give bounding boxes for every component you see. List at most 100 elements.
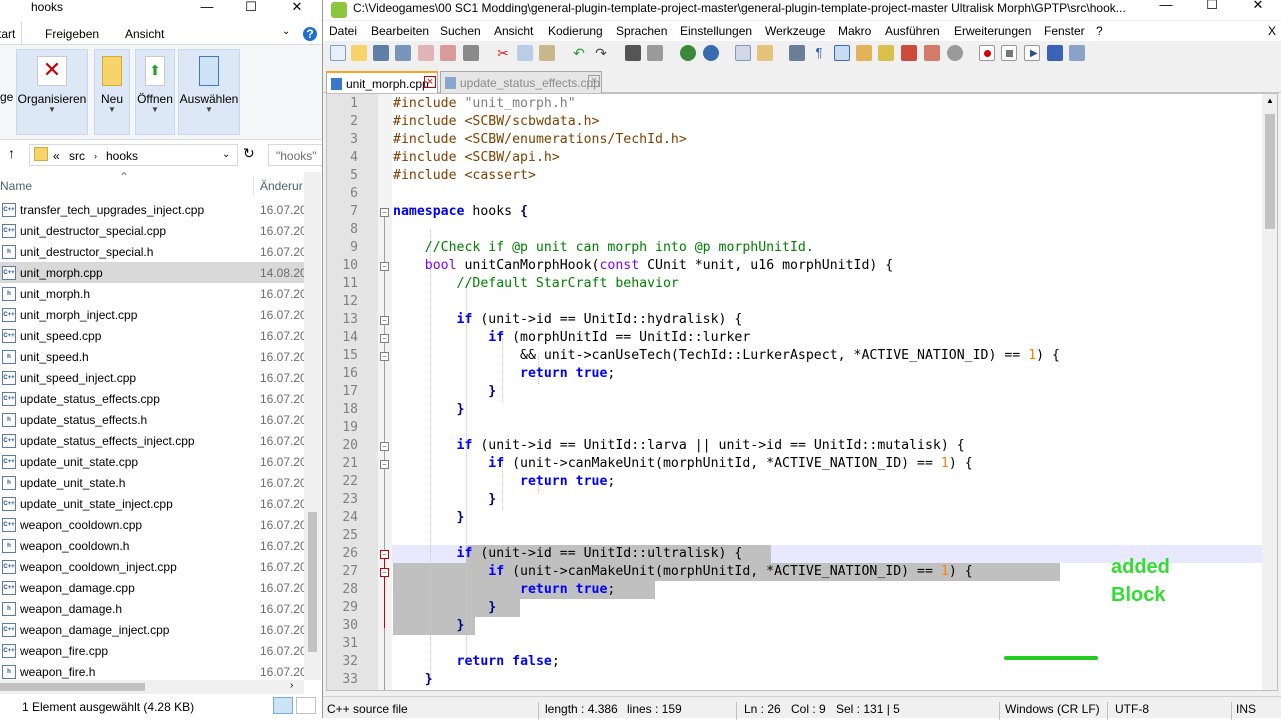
fold-toggle-icon[interactable]: − — [380, 262, 389, 271]
file-row[interactable]: h unit_destructor_special.h 16.07.20 — [0, 241, 307, 262]
file-row[interactable]: C++ unit_speed.cpp 16.07.20 — [0, 325, 307, 346]
breadcrumb-src[interactable]: src — [69, 149, 85, 163]
tiles-view-icon[interactable] — [296, 697, 316, 714]
column-date[interactable]: Änderur — [260, 179, 303, 193]
close-icon[interactable]: ✕ — [274, 0, 320, 22]
stop-macro-icon[interactable] — [1001, 45, 1017, 61]
menu-ausfuehren[interactable]: Ausführen — [885, 24, 940, 38]
function-list-icon[interactable] — [901, 45, 917, 61]
up-arrow-icon[interactable]: ↑ — [8, 145, 15, 161]
file-row[interactable]: h unit_speed.h 16.07.20 — [0, 346, 307, 367]
scroll-up-icon[interactable]: ▲ — [1266, 96, 1274, 105]
open-file-icon[interactable] — [351, 45, 367, 61]
fold-toggle-icon[interactable]: − — [380, 208, 389, 217]
open-button[interactable]: ⬆ Öffnen ▼ — [135, 49, 175, 135]
file-row[interactable]: C++ update_status_effects.cpp 16.07.20 — [0, 388, 307, 409]
doc-map-icon[interactable] — [878, 45, 894, 61]
maximize-icon[interactable]: ☐ — [228, 0, 274, 22]
tab-update-status-effects-cpp[interactable]: update_status_effects.cpp × — [440, 71, 602, 93]
monitoring-icon[interactable] — [947, 45, 963, 61]
file-row[interactable]: C++ unit_destructor_special.cpp 16.07.20 — [0, 220, 307, 241]
close-tab-icon[interactable]: × — [588, 75, 600, 87]
play-macro-icon[interactable]: ▶ — [1024, 45, 1040, 61]
address-input[interactable]: « src › hooks ⌄ — [29, 144, 238, 166]
file-row[interactable]: h weapon_cooldown.h 16.07.20 — [0, 535, 307, 556]
menu-help[interactable]: ? — [1096, 24, 1103, 38]
refresh-icon[interactable]: ↻ — [243, 145, 255, 162]
show-all-chars-icon[interactable]: ¶ — [811, 45, 827, 61]
replace-icon[interactable] — [647, 45, 663, 61]
fold-toggle-icon[interactable]: − — [380, 442, 389, 451]
fold-margin[interactable] — [378, 94, 392, 690]
fold-toggle-icon[interactable]: − — [380, 568, 389, 577]
file-row[interactable]: C++ weapon_damage.cpp 16.07.20 — [0, 577, 307, 598]
file-row[interactable]: C++ unit_morph.cpp 14.08.20 — [0, 262, 307, 283]
file-row[interactable]: C++ transfer_tech_upgrades_inject.cpp 16.0… — [0, 199, 307, 220]
column-name[interactable]: Name — [0, 179, 32, 193]
select-button[interactable]: Auswählen ▼ — [178, 49, 240, 135]
close-icon[interactable]: ✕ — [1235, 0, 1281, 20]
print-icon[interactable] — [463, 45, 479, 61]
save-all-icon[interactable] — [395, 45, 411, 61]
menu-makro[interactable]: Makro — [838, 24, 871, 38]
new-file-icon[interactable] — [330, 45, 346, 61]
new-button[interactable]: Neu ▼ — [94, 49, 130, 135]
menu-erweiterungen[interactable]: Erweiterungen — [954, 24, 1031, 38]
file-row[interactable]: C++ unit_speed_inject.cpp 16.07.20 — [0, 367, 307, 388]
file-row[interactable]: h weapon_fire.h 16.07.20 — [0, 661, 307, 682]
file-row[interactable]: C++ weapon_cooldown.cpp 16.07.20 — [0, 514, 307, 535]
save-icon[interactable] — [373, 45, 389, 61]
ribbon-tab-start[interactable]: Start — [0, 22, 22, 44]
zoom-in-icon[interactable] — [680, 45, 696, 61]
file-row[interactable]: C++ update_status_effects_inject.cpp 16.07… — [0, 430, 307, 451]
tab-unit-morph-cpp[interactable]: unit_morph.cpp × — [326, 71, 438, 93]
find-icon[interactable] — [625, 45, 641, 61]
file-row[interactable]: C++ update_unit_state.cpp 16.07.20 — [0, 451, 307, 472]
menu-sprachen[interactable]: Sprachen — [616, 24, 667, 38]
fold-toggle-icon[interactable]: − — [380, 352, 389, 361]
fold-toggle-icon[interactable]: − — [380, 550, 389, 559]
explorer-horizontal-scrollbar[interactable]: › — [0, 680, 304, 694]
file-row[interactable]: h update_status_effects.h 16.07.20 — [0, 409, 307, 430]
search-input[interactable]: "hooks" — [268, 144, 322, 166]
ribbon-tab-view[interactable]: Ansicht — [125, 27, 164, 41]
run-macro-multiple-icon[interactable] — [1047, 45, 1063, 61]
sync-h-icon[interactable] — [757, 45, 773, 61]
menu-datei[interactable]: Datei — [329, 24, 357, 38]
indent-guide-icon[interactable] — [834, 45, 850, 61]
fold-toggle-icon[interactable]: − — [380, 460, 389, 469]
fold-toggle-icon[interactable]: − — [380, 316, 389, 325]
udl-icon[interactable] — [856, 45, 872, 61]
help-icon[interactable]: ? — [303, 27, 317, 41]
sync-v-icon[interactable] — [735, 45, 751, 61]
file-row[interactable]: C++ update_unit_state_inject.cpp 16.07.20 — [0, 493, 307, 514]
paste-icon[interactable] — [539, 45, 555, 61]
file-row[interactable]: C++ weapon_fire.cpp 16.07.20 — [0, 640, 307, 661]
editor-vertical-scrollbar[interactable]: ▲ — [1262, 94, 1277, 690]
minimize-icon[interactable]: — — [184, 0, 230, 22]
zoom-out-icon[interactable] — [703, 45, 719, 61]
undo-icon[interactable]: ↶ — [571, 45, 587, 61]
close-document-icon[interactable]: X — [1268, 24, 1276, 38]
copy-icon[interactable] — [517, 45, 533, 61]
menu-werkzeuge[interactable]: Werkzeuge — [765, 24, 825, 38]
menu-suchen[interactable]: Suchen — [440, 24, 481, 38]
minimize-icon[interactable]: — — [1143, 0, 1189, 20]
record-macro-icon[interactable] — [979, 45, 995, 61]
word-wrap-icon[interactable] — [789, 45, 805, 61]
file-row[interactable]: C++ weapon_cooldown_inject.cpp 16.07.20 — [0, 556, 307, 577]
redo-icon[interactable]: ↷ — [593, 45, 609, 61]
organize-button[interactable]: ✕ Organisieren ▼ — [16, 49, 88, 135]
chevron-down-icon[interactable]: ⌄ — [222, 149, 230, 160]
menu-ansicht[interactable]: Ansicht — [494, 24, 533, 38]
close-all-icon[interactable] — [440, 45, 456, 61]
cut-icon[interactable]: ✂ — [495, 45, 511, 61]
menu-bearbeiten[interactable]: Bearbeiten — [371, 24, 429, 38]
chevron-right-icon[interactable]: › — [290, 680, 293, 691]
breadcrumb-hooks[interactable]: hooks — [106, 149, 138, 163]
file-row[interactable]: h weapon_damage.h 16.07.20 — [0, 598, 307, 619]
close-file-icon[interactable] — [418, 45, 434, 61]
file-row[interactable]: C++ unit_morph_inject.cpp 16.07.20 — [0, 304, 307, 325]
file-row[interactable]: C++ weapon_damage_inject.cpp 16.07.20 — [0, 619, 307, 640]
file-row[interactable]: h unit_morph.h 16.07.20 — [0, 283, 307, 304]
